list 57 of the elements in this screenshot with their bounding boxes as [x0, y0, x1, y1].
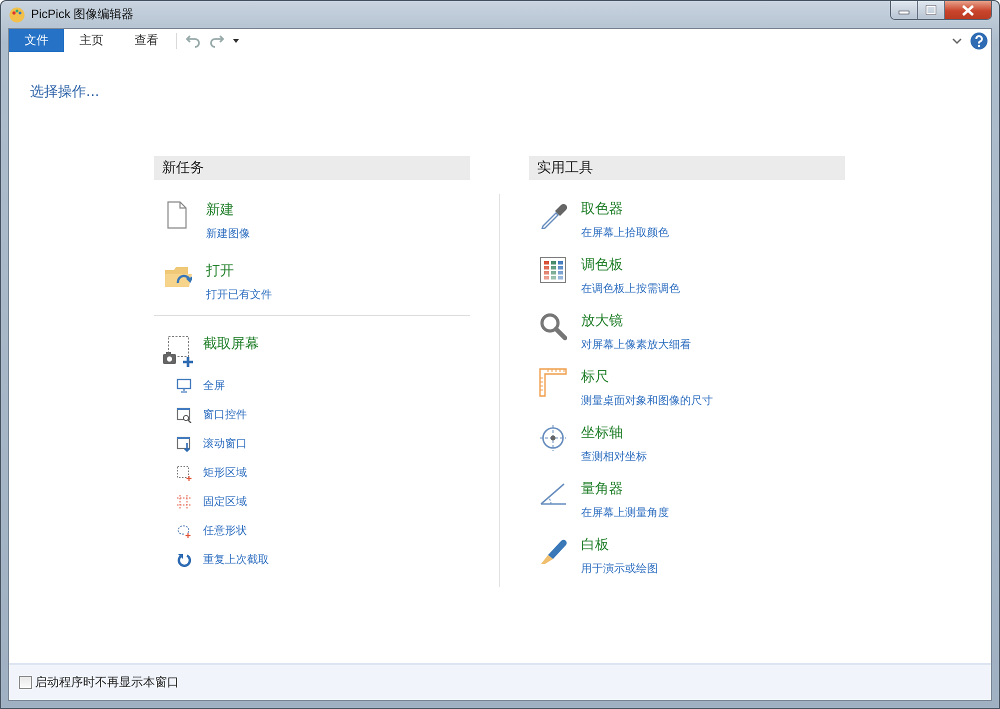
dashed-rectangle-icon [176, 464, 192, 480]
capture-option[interactable]: 滚动窗口 [203, 436, 247, 451]
ruler-icon [539, 368, 567, 397]
action-title[interactable]: 白板 [581, 536, 658, 554]
dropdown-caret-icon[interactable] [233, 38, 239, 42]
action-description: 在调色板上按需调色 [581, 281, 680, 296]
action-description: 在屏幕上拾取颜色 [581, 225, 669, 240]
crosshair-icon [539, 424, 567, 453]
action-title[interactable]: 坐标轴 [581, 424, 647, 442]
action-title[interactable]: 打开 [206, 262, 272, 280]
menu-tab[interactable]: 文件 [9, 29, 64, 52]
capture-option[interactable]: 全屏 [203, 378, 225, 393]
maximize-icon [925, 5, 937, 15]
camera-selection-icon [162, 335, 194, 367]
action-description: 在屏幕上测量角度 [581, 505, 669, 520]
action-title[interactable]: 调色板 [581, 256, 680, 274]
monitor-icon [176, 378, 192, 394]
palette-icon [9, 6, 25, 22]
window-title: PicPick 图像编辑器 [31, 6, 134, 23]
menu-tab[interactable]: 主页 [64, 29, 119, 52]
capture-option[interactable]: 固定区域 [203, 494, 247, 509]
action-description: 查测相对坐标 [581, 449, 647, 464]
close-button[interactable] [945, 1, 991, 19]
minimize-button[interactable] [891, 1, 918, 19]
action-title[interactable]: 标尺 [581, 368, 713, 386]
action-description: 用于演示或绘图 [581, 561, 658, 576]
menu-tab[interactable]: 查看 [119, 29, 174, 52]
action-title[interactable]: 量角器 [581, 480, 669, 498]
action-description: 测量桌面对象和图像的尺寸 [581, 393, 713, 408]
checkbox[interactable] [19, 676, 32, 689]
capture-option[interactable]: 重复上次截取 [203, 552, 269, 567]
action-title[interactable]: 取色器 [581, 200, 669, 218]
redo-icon[interactable] [209, 34, 225, 48]
color-grid-icon [539, 256, 567, 285]
action-title[interactable]: 截取屏幕 [203, 335, 259, 353]
checkbox-label[interactable]: 启动程序时不再显示本窗口 [35, 674, 179, 691]
page-heading: 选择操作... [30, 83, 100, 101]
section-header: 新任务 [154, 156, 470, 180]
magnifier-icon [539, 312, 567, 341]
undo-icon[interactable] [185, 34, 201, 48]
action-title[interactable]: 新建 [206, 201, 250, 219]
lasso-icon [176, 522, 192, 538]
window-search-icon [176, 406, 192, 422]
action-description: 打开已有文件 [206, 287, 272, 302]
dashed-grid-icon [176, 494, 192, 510]
capture-option[interactable]: 任意形状 [203, 523, 247, 538]
collapse-ribbon-icon[interactable] [952, 36, 962, 44]
capture-option[interactable]: 窗口控件 [203, 407, 247, 422]
capture-option[interactable]: 矩形区域 [203, 465, 247, 480]
action-description: 对屏幕上像素放大细看 [581, 337, 691, 352]
refresh-icon [176, 552, 192, 568]
action-title[interactable]: 放大镜 [581, 312, 691, 330]
section-header: 实用工具 [529, 156, 845, 180]
action-description: 新建图像 [206, 226, 250, 241]
maximize-button[interactable] [918, 1, 945, 19]
close-icon [961, 4, 975, 16]
help-icon[interactable] [970, 32, 988, 50]
